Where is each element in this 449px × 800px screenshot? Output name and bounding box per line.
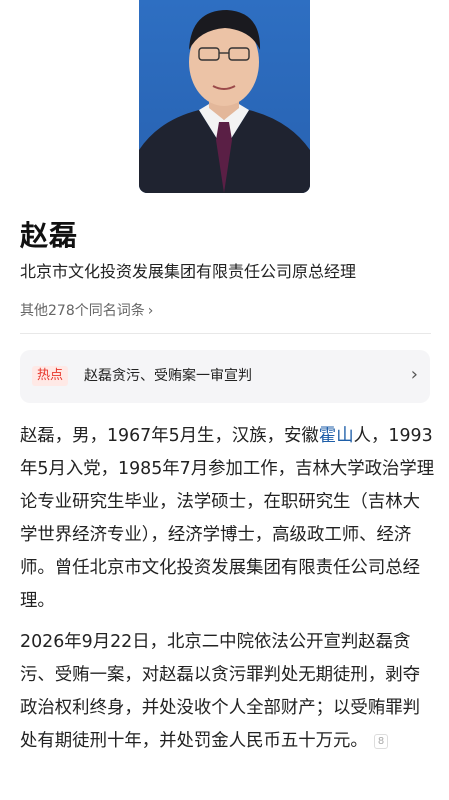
bio-text-a: 赵磊，男，1967年5月生，汉族，安徽 (20, 426, 319, 446)
bio-paragraph-2: 2026年9月22日，北京二中院依法公开宣判赵磊贪污、受贿一案，对赵磊以贪污罪判… (20, 626, 435, 758)
chevron-right-icon: › (147, 303, 154, 319)
person-title: 北京市文化投资发展集团有限责任公司原总经理 (20, 262, 357, 281)
hot-headline: 赵磊贪污、受贿案一审宣判 (84, 368, 252, 384)
hot-news-card[interactable]: 热点 赵磊贪污、受贿案一审宣判 › (20, 350, 430, 403)
bio-text-p2: 2026年9月22日，北京二中院依法公开宣判赵磊贪污、受贿一案，对赵磊以贪污罪判… (20, 632, 420, 751)
same-name-entries-link[interactable]: 其他278个同名词条 › (20, 300, 153, 320)
chevron-right-icon: › (410, 364, 418, 385)
bio-text-b: 人，1993年5月入党，1985年7月参加工作，吉林大学政治学理论专业研究生毕业… (20, 426, 435, 611)
divider (20, 333, 431, 334)
portrait-photo (139, 0, 310, 193)
reference-marker[interactable]: 8 (373, 733, 389, 749)
bio-paragraph-1: 赵磊，男，1967年5月生，汉族，安徽霍山人，1993年5月入党，1985年7月… (20, 420, 435, 618)
same-name-label: 其他278个同名词条 (20, 303, 145, 319)
place-link-huoshan[interactable]: 霍山 (319, 426, 354, 446)
hot-tag: 热点 (32, 366, 69, 386)
person-name: 赵磊 (20, 219, 79, 252)
